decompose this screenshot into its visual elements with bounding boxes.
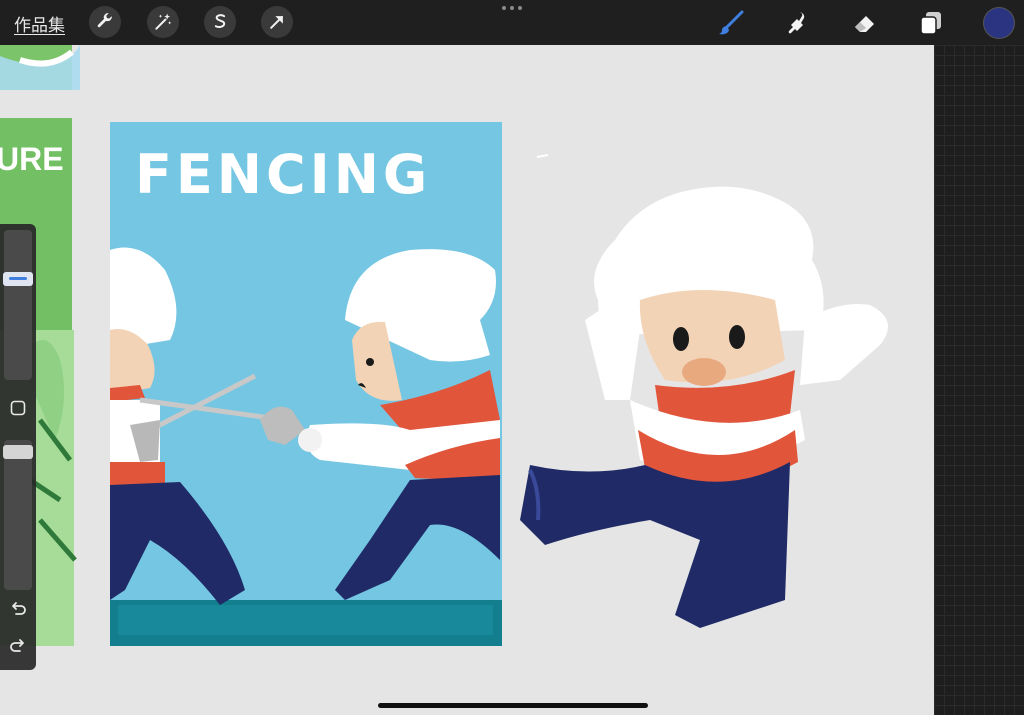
- cheering-fencer: [520, 186, 888, 628]
- brush-icon[interactable]: [714, 6, 748, 40]
- wrench-icon[interactable]: [89, 6, 121, 38]
- partial-poster-top: [0, 45, 80, 90]
- top-toolbar: 作品集: [0, 0, 1024, 45]
- selection-s-icon[interactable]: [204, 6, 236, 38]
- poster-title: FENCING: [135, 143, 431, 206]
- brush-size-slider[interactable]: [4, 230, 32, 380]
- sidebar: [0, 224, 36, 670]
- canvas[interactable]: URE FENCING: [0, 45, 934, 715]
- fencing-poster: FENCING: [110, 122, 502, 646]
- square-icon[interactable]: [7, 397, 29, 419]
- arrow-cursor-icon[interactable]: [261, 6, 293, 38]
- more-options-icon[interactable]: [502, 6, 522, 12]
- opacity-slider[interactable]: [4, 440, 32, 590]
- magic-wand-icon[interactable]: [147, 6, 179, 38]
- color-picker-swatch[interactable]: [984, 8, 1014, 38]
- opacity-handle[interactable]: [3, 445, 33, 459]
- canvas-grid-background: [934, 45, 1024, 715]
- brush-size-handle[interactable]: [3, 272, 33, 286]
- redo-icon[interactable]: [7, 636, 29, 658]
- smudge-icon[interactable]: [780, 6, 814, 40]
- eraser-icon[interactable]: [848, 6, 882, 40]
- layers-icon[interactable]: [914, 6, 948, 40]
- home-indicator[interactable]: [378, 703, 648, 708]
- undo-icon[interactable]: [7, 599, 29, 621]
- gallery-button[interactable]: 作品集: [14, 11, 65, 36]
- partial-poster-text: URE: [0, 141, 64, 177]
